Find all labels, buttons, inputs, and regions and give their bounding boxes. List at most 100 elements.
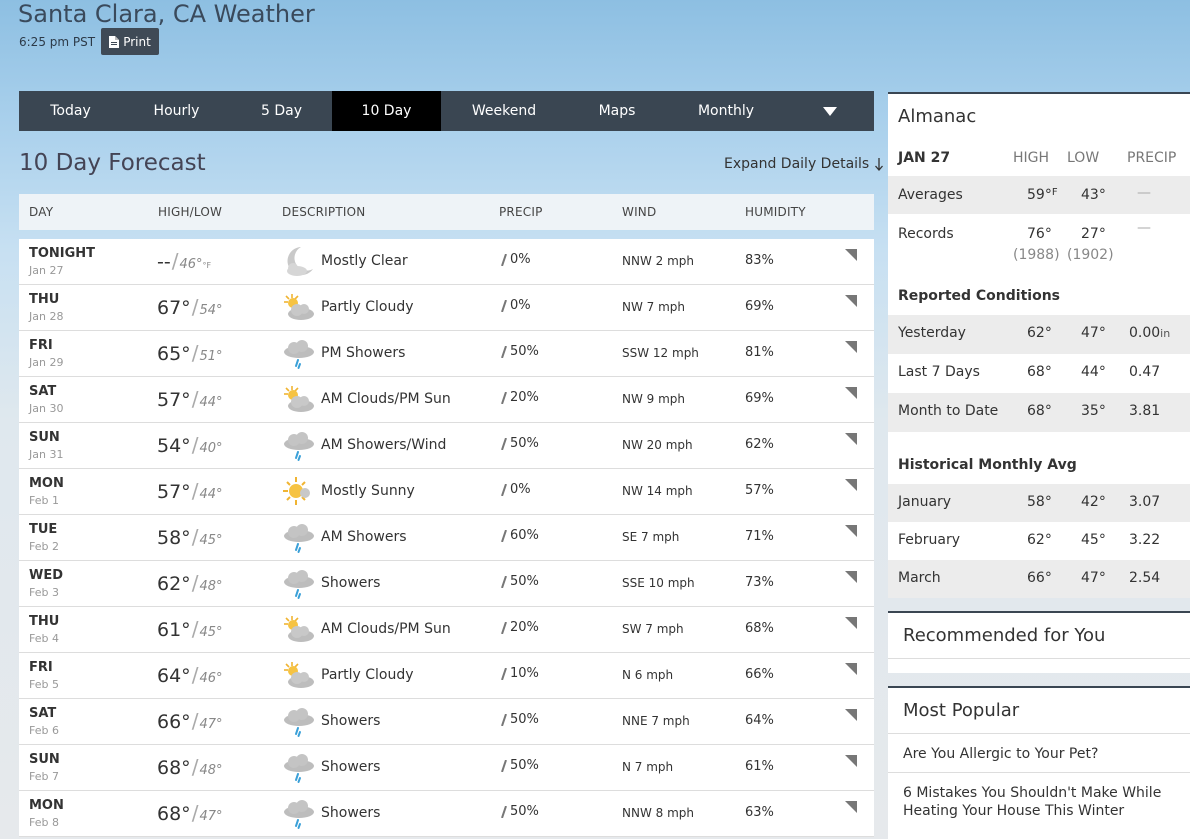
historical-precip-value: 3.22 (1129, 532, 1161, 548)
records-precip: — (1137, 220, 1151, 236)
table-row[interactable]: WED Feb 3 62°/48° Showers 50% SSE 10 mph… (19, 561, 874, 607)
row-precip: 50% (501, 574, 539, 589)
expand-row-icon[interactable] (845, 663, 857, 675)
table-row[interactable]: MON Feb 1 57°/44° Mostly Sunny 0% NW 14 … (19, 469, 874, 515)
expand-row-icon[interactable] (845, 433, 857, 445)
almanac-col-precip: PRECIP (1127, 150, 1177, 166)
expand-row-icon[interactable] (845, 755, 857, 767)
expand-row-icon[interactable] (845, 801, 857, 813)
table-row[interactable]: TUE Feb 2 58°/45° AM Showers 60% SE 7 mp… (19, 515, 874, 561)
expand-row-icon[interactable] (845, 341, 857, 353)
row-precip: 0% (501, 298, 531, 313)
expand-row-icon[interactable] (845, 709, 857, 721)
expand-row-icon[interactable] (845, 387, 857, 399)
row-high-low: 61°/45° (157, 617, 222, 641)
row-high: 66° (157, 711, 191, 733)
row-low: 54° (199, 303, 223, 318)
tab-5-day[interactable]: 5 Day (231, 91, 332, 131)
expand-row-icon[interactable] (845, 525, 857, 537)
row-description: Showers (321, 575, 381, 591)
expand-row-icon[interactable] (845, 295, 857, 307)
table-row[interactable]: THU Feb 4 61°/45° AM Clouds/PM Sun 20% S… (19, 607, 874, 653)
more-tabs-button[interactable] (785, 91, 874, 131)
records-label: Records (898, 226, 954, 242)
averages-high-unit: F (1051, 187, 1058, 198)
divider (888, 658, 1190, 659)
expand-daily-details[interactable]: Expand Daily Details (724, 156, 884, 172)
row-precip: 10% (501, 666, 539, 681)
row-day: WED (29, 568, 64, 583)
almanac-col-high: HIGH (1013, 150, 1050, 166)
popular-link-1[interactable]: Are You Allergic to Your Pet? (903, 745, 1183, 763)
row-precip-value: 50% (510, 436, 539, 451)
expand-row-icon[interactable] (845, 479, 857, 491)
historical-label: March (898, 570, 941, 586)
expand-row-icon[interactable] (845, 617, 857, 629)
table-row[interactable]: MON Feb 8 68°/47° Showers 50% NNW 8 mph … (19, 791, 874, 837)
row-precip: 0% (501, 482, 531, 497)
reported-precip-value: 0.00 (1129, 325, 1161, 341)
forecast-tabs: Today Hourly 5 Day 10 Day Weekend Maps M… (19, 91, 874, 131)
tab-hourly[interactable]: Hourly (122, 91, 231, 131)
row-wind: NW 20 mph (622, 438, 693, 452)
tab-monthly[interactable]: Monthly (667, 91, 785, 131)
row-humidity: 63% (745, 805, 774, 820)
showers-icon (281, 704, 317, 740)
popular-link-2[interactable]: 6 Mistakes You Shouldn't Make While Heat… (903, 784, 1183, 820)
caret-down-icon (822, 106, 837, 116)
expand-row-icon[interactable] (845, 249, 857, 261)
row-precip-value: 60% (510, 528, 539, 543)
table-row[interactable]: TONIGHT Jan 27 --/46°°F Mostly Clear 0% … (19, 239, 874, 285)
row-wind: NNW 8 mph (622, 806, 694, 820)
historical-precip-value: 2.54 (1129, 570, 1161, 586)
slash-divider: / (191, 617, 199, 641)
row-humidity: 68% (745, 621, 774, 636)
row-description: Showers (321, 805, 381, 821)
tab-today[interactable]: Today (19, 91, 122, 131)
table-row[interactable]: THU Jan 28 67°/54° Partly Cloudy 0% NW 7… (19, 285, 874, 331)
print-button[interactable]: Print (101, 28, 159, 55)
slash-divider: / (191, 801, 199, 825)
row-precip: 50% (501, 758, 539, 773)
raindrop-icon (501, 299, 507, 312)
most-popular-panel: Most Popular Are You Allergic to Your Pe… (888, 686, 1190, 839)
reported-label: Month to Date (898, 403, 999, 419)
row-description: Partly Cloudy (321, 667, 414, 683)
row-humidity: 69% (745, 299, 774, 314)
slash-divider: / (191, 755, 199, 779)
recommended-title: Recommended for You (903, 625, 1106, 646)
expand-label: Expand Daily Details (724, 156, 870, 172)
almanac-col-low: LOW (1067, 150, 1100, 166)
tab-maps[interactable]: Maps (567, 91, 667, 131)
raindrop-icon (501, 759, 507, 772)
row-date: Feb 5 (29, 678, 59, 691)
table-row[interactable]: SAT Feb 6 66°/47° Showers 50% NNE 7 mph … (19, 699, 874, 745)
tab-weekend[interactable]: Weekend (441, 91, 567, 131)
expand-row-icon[interactable] (845, 571, 857, 583)
table-row[interactable]: FRI Jan 29 65°/51° PM Showers 50% SSW 12… (19, 331, 874, 377)
records-high: 76° (1027, 226, 1052, 242)
slash-divider: / (191, 433, 199, 457)
table-row[interactable]: FRI Feb 5 64°/46° Partly Cloudy 10% N 6 … (19, 653, 874, 699)
row-high-low: 57°/44° (157, 387, 222, 411)
tab-10-day[interactable]: 10 Day (332, 91, 441, 131)
row-high-low: 66°/47° (157, 709, 222, 733)
forecast-column-header: DAY HIGH/LOW DESCRIPTION PRECIP WIND HUM… (19, 194, 874, 230)
document-icon (109, 35, 120, 48)
row-date: Jan 28 (29, 310, 64, 323)
row-precip-value: 0% (510, 298, 531, 313)
row-low: 45° (199, 533, 223, 548)
row-wind: NW 14 mph (622, 484, 693, 498)
row-high: 62° (157, 573, 191, 595)
table-row[interactable]: SUN Feb 7 68°/48° Showers 50% N 7 mph 61… (19, 745, 874, 791)
historical-high: 62° (1027, 532, 1052, 548)
table-row[interactable]: SAT Jan 30 57°/44° AM Clouds/PM Sun 20% … (19, 377, 874, 423)
reported-conditions-title: Reported Conditions (898, 288, 1060, 304)
row-precip: 0% (501, 252, 531, 267)
row-high: 57° (157, 481, 191, 503)
reported-precip: 3.81 (1129, 403, 1160, 419)
reported-label: Yesterday (898, 325, 966, 341)
row-date: Feb 8 (29, 816, 59, 829)
historical-row: February 62° 45° 3.22 (888, 522, 1190, 560)
table-row[interactable]: SUN Jan 31 54°/40° AM Showers/Wind 50% N… (19, 423, 874, 469)
